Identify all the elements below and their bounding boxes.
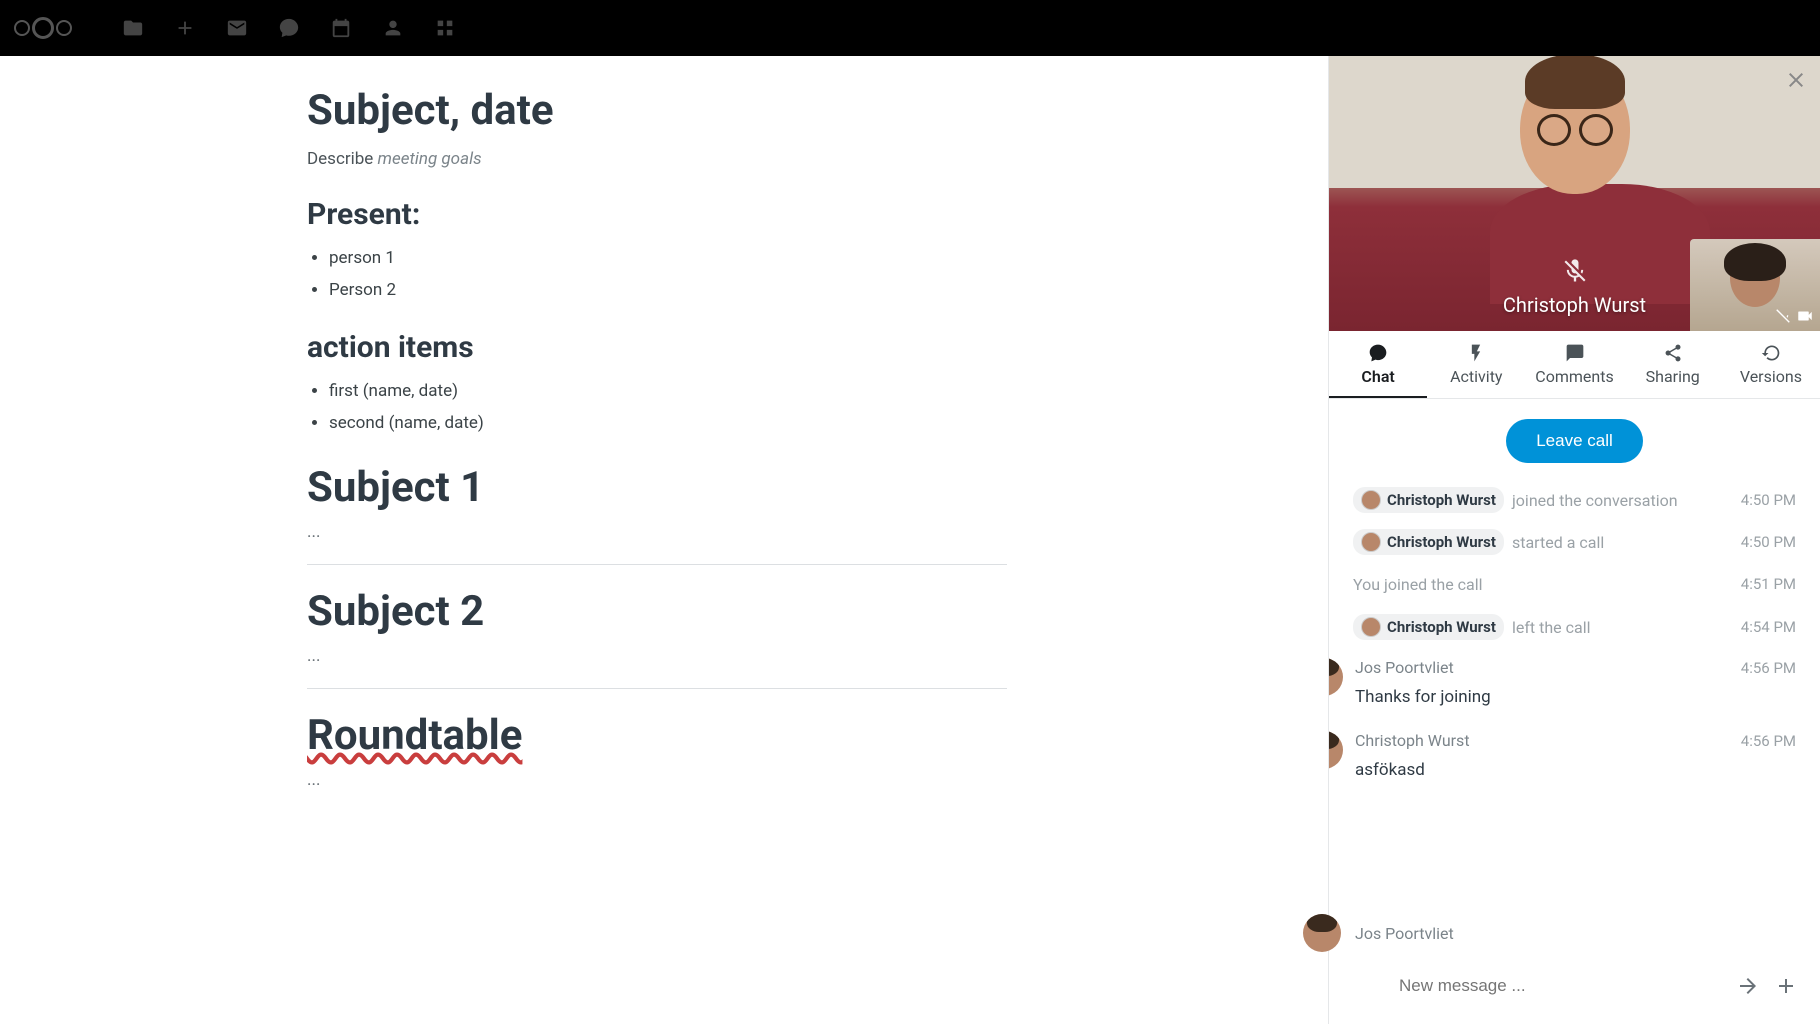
avatar [1329, 731, 1343, 769]
tab-versions[interactable]: Versions [1722, 331, 1820, 398]
talk-icon[interactable] [278, 17, 300, 39]
sharing-icon [1663, 343, 1683, 363]
roundtable-heading[interactable]: Roundtable [307, 711, 1007, 760]
avatar [1329, 658, 1343, 696]
divider [307, 564, 1007, 565]
top-bar [0, 0, 1820, 56]
video-call-area[interactable]: Christoph Wurst [1329, 56, 1820, 331]
avatar [1361, 490, 1381, 510]
sidebar-tabs: Chat Activity Comments Sharing Versions [1329, 331, 1820, 399]
deck-icon[interactable] [434, 17, 456, 39]
caller-name: Christoph Wurst [1503, 293, 1646, 317]
doc-description[interactable]: Describe meeting goals [307, 149, 1007, 169]
divider [307, 688, 1007, 689]
message-input[interactable] [1399, 976, 1722, 996]
system-event: Christoph Wurst started a call 4:50 PM [1353, 521, 1796, 563]
add-icon[interactable] [174, 17, 196, 39]
leave-call-button[interactable]: Leave call [1506, 419, 1643, 463]
document-editor[interactable]: Subject, date Describe meeting goals Pre… [0, 56, 1328, 1024]
doc-title[interactable]: Subject, date [307, 86, 1007, 135]
files-icon[interactable] [122, 17, 144, 39]
calendar-icon[interactable] [330, 17, 352, 39]
app-logo[interactable] [14, 17, 72, 39]
list-item[interactable]: second (name, date) [329, 407, 1007, 439]
send-icon[interactable] [1736, 974, 1760, 998]
chat-log: Christoph Wurst joined the conversation … [1329, 479, 1820, 900]
camera-icon[interactable] [1796, 307, 1814, 325]
message-author: Christoph Wurst [1355, 731, 1470, 750]
avatar [1303, 914, 1341, 952]
muted-icon [1561, 257, 1589, 285]
tab-comments[interactable]: Comments [1525, 331, 1623, 398]
subject-2-heading[interactable]: Subject 2 [307, 587, 1007, 636]
versions-icon [1761, 343, 1781, 363]
compose-header: Jos Poortvliet [1281, 900, 1820, 974]
message-author: Jos Poortvliet [1355, 658, 1454, 677]
timestamp: 4:54 PM [1741, 618, 1796, 636]
timestamp: 4:56 PM [1741, 732, 1796, 750]
list-item[interactable]: person 1 [329, 242, 1007, 274]
chat-message: Jos Poortvliet 4:56 PM Thanks for joinin… [1329, 648, 1796, 721]
sidebar: Christoph Wurst Chat Activity Com [1328, 56, 1820, 1024]
present-list[interactable]: person 1 Person 2 [307, 242, 1007, 306]
message-text: Thanks for joining [1355, 687, 1796, 707]
chat-message: Christoph Wurst 4:56 PM asfökasd [1329, 721, 1796, 794]
top-nav [122, 17, 456, 39]
system-event: Christoph Wurst left the call 4:54 PM [1353, 606, 1796, 648]
tab-activity[interactable]: Activity [1427, 331, 1525, 398]
tab-chat[interactable]: Chat [1329, 331, 1427, 398]
present-heading[interactable]: Present: [307, 197, 1007, 232]
timestamp: 4:50 PM [1741, 533, 1796, 551]
subject-1-body[interactable]: ... [307, 522, 1007, 542]
mic-muted-icon[interactable] [1774, 307, 1792, 325]
contacts-icon[interactable] [382, 17, 404, 39]
timestamp: 4:51 PM [1741, 575, 1796, 594]
action-items-list[interactable]: first (name, date) second (name, date) [307, 375, 1007, 439]
compose-user: Jos Poortvliet [1355, 924, 1454, 943]
mail-icon[interactable] [226, 17, 248, 39]
tab-sharing[interactable]: Sharing [1624, 331, 1722, 398]
compose-area [1329, 974, 1820, 1024]
action-items-heading[interactable]: action items [307, 330, 1007, 365]
activity-icon [1466, 343, 1486, 363]
close-icon[interactable] [1784, 68, 1808, 92]
message-text: asfökasd [1355, 760, 1796, 780]
self-video[interactable] [1690, 239, 1820, 331]
list-item[interactable]: Person 2 [329, 274, 1007, 306]
subject-2-body[interactable]: ... [307, 646, 1007, 666]
timestamp: 4:56 PM [1741, 659, 1796, 677]
remote-video [1490, 64, 1660, 284]
add-attachment-icon[interactable] [1774, 974, 1798, 998]
system-event: Christoph Wurst joined the conversation … [1353, 479, 1796, 521]
timestamp: 4:50 PM [1741, 491, 1796, 509]
avatar [1361, 532, 1381, 552]
chat-icon [1368, 343, 1388, 363]
system-event: You joined the call 4:51 PM [1353, 563, 1796, 606]
subject-1-heading[interactable]: Subject 1 [307, 463, 1007, 512]
avatar [1361, 617, 1381, 637]
comments-icon [1565, 343, 1585, 363]
roundtable-body[interactable]: ... [307, 770, 1007, 790]
list-item[interactable]: first (name, date) [329, 375, 1007, 407]
